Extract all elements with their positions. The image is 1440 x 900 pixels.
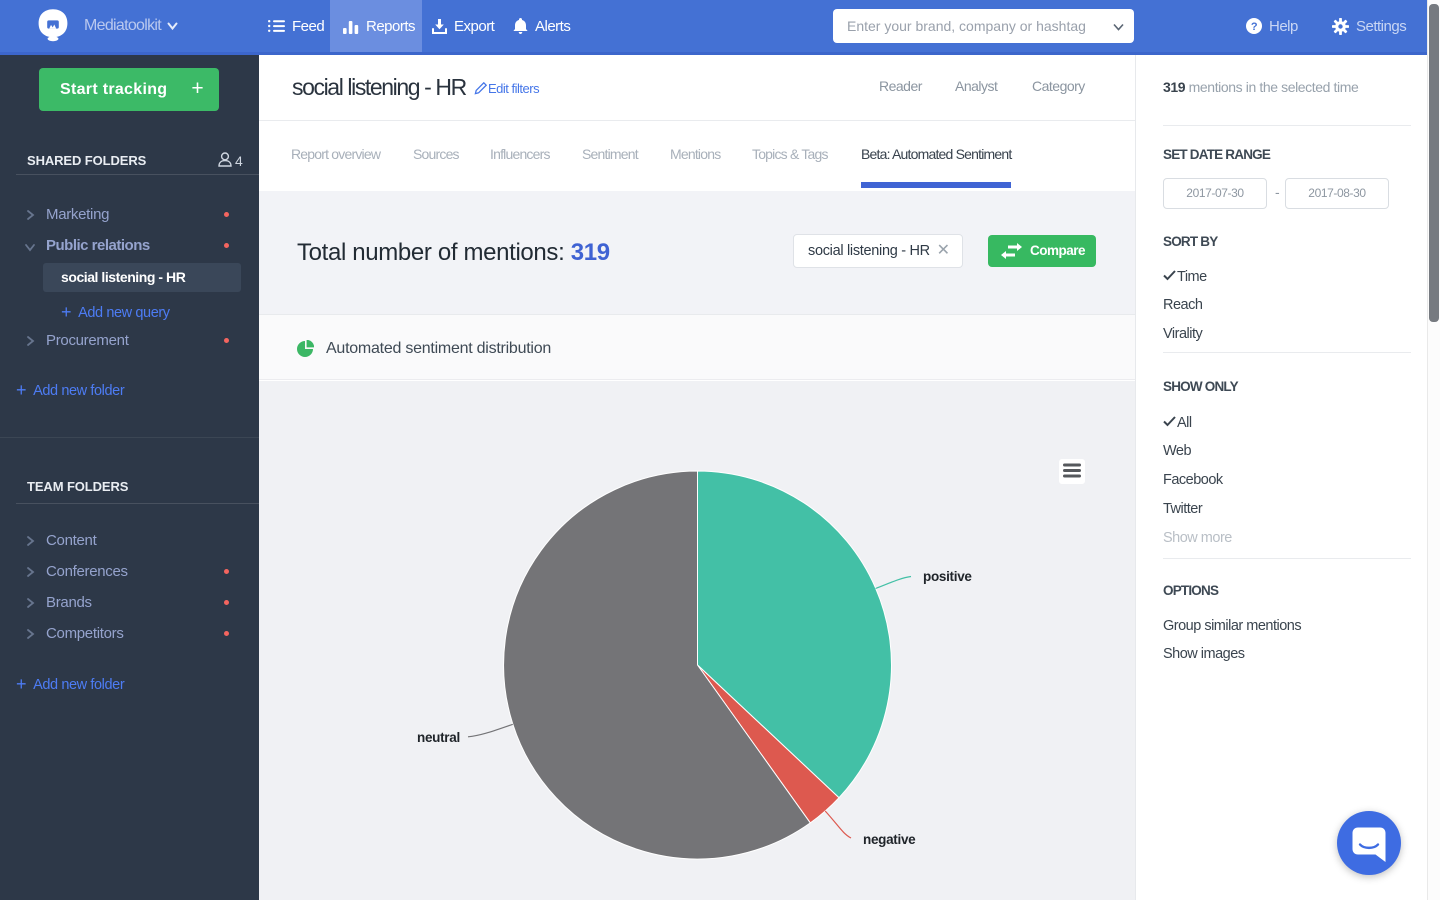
svg-text:neutral: neutral (417, 730, 460, 745)
svg-text:positive: positive (923, 569, 972, 584)
svg-text:negative: negative (863, 832, 916, 847)
svg-text:?: ? (1251, 21, 1258, 33)
